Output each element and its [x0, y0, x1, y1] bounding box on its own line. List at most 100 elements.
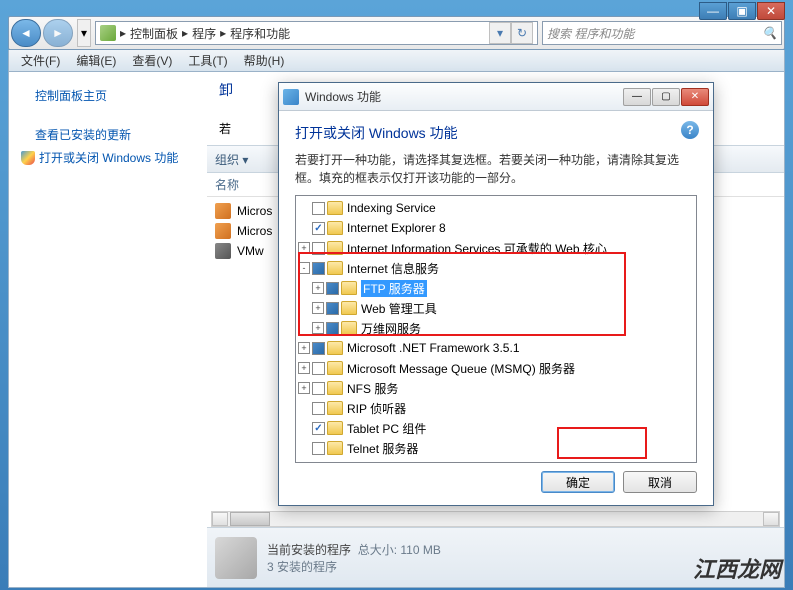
sidebar-home-link[interactable]: 控制面板主页: [21, 84, 194, 107]
tree-item[interactable]: + NFS 服务: [298, 378, 694, 398]
tree-item[interactable]: Indexing Service: [298, 198, 694, 218]
folder-icon: [327, 401, 343, 415]
expand-icon[interactable]: +: [298, 362, 310, 374]
expand-icon[interactable]: +: [298, 382, 310, 394]
dialog-minimize-button[interactable]: —: [623, 88, 651, 106]
tree-item-label: Tablet PC 组件: [347, 420, 426, 437]
close-button[interactable]: ✕: [757, 2, 785, 20]
collapse-icon[interactable]: -: [298, 262, 310, 274]
menubar: 文件(F) 编辑(E) 查看(V) 工具(T) 帮助(H): [8, 50, 785, 72]
tree-item[interactable]: +FTP 服务器: [298, 278, 694, 298]
tree-item[interactable]: Telnet 服务器: [298, 438, 694, 458]
scroll-right-icon[interactable]: [763, 512, 779, 526]
search-icon: 🔍: [762, 26, 777, 40]
cancel-button[interactable]: 取消: [623, 471, 697, 493]
ok-button[interactable]: 确定: [541, 471, 615, 493]
program-icon: [215, 243, 231, 259]
breadcrumb-sep: ▸: [220, 26, 226, 40]
expand-icon[interactable]: +: [312, 282, 324, 294]
folder-icon: [341, 321, 357, 335]
tree-item[interactable]: -Internet 信息服务: [298, 258, 694, 278]
expand-icon[interactable]: +: [312, 302, 324, 314]
expand-icon[interactable]: +: [298, 242, 310, 254]
menu-edit[interactable]: 编辑(E): [68, 50, 124, 71]
tree-item[interactable]: + Microsoft Message Queue (MSMQ) 服务器: [298, 358, 694, 378]
breadcrumb-sep: ▸: [120, 26, 126, 40]
program-icon: [215, 203, 231, 219]
folder-icon: [341, 301, 357, 315]
checkbox[interactable]: [326, 302, 339, 315]
checkbox[interactable]: [312, 362, 325, 375]
minimize-button[interactable]: —: [699, 2, 727, 20]
tree-item[interactable]: + Web 管理工具: [298, 298, 694, 318]
menu-help[interactable]: 帮助(H): [236, 50, 293, 71]
tree-item-label: Internet Information Services 可承载的 Web 核…: [347, 240, 607, 257]
search-placeholder: 搜索 程序和功能: [547, 25, 634, 42]
tree-item-label: NFS 服务: [347, 380, 398, 397]
tree-item[interactable]: RIP 侦听器: [298, 398, 694, 418]
help-icon[interactable]: ?: [681, 121, 699, 139]
breadcrumb-item[interactable]: 程序: [192, 25, 216, 42]
scroll-thumb[interactable]: [230, 512, 270, 526]
sidebar-updates-link[interactable]: 查看已安装的更新: [21, 123, 194, 146]
menu-file[interactable]: 文件(F): [13, 50, 68, 71]
tree-item[interactable]: Internet Explorer 8: [298, 218, 694, 238]
folder-icon: [327, 341, 343, 355]
forward-button[interactable]: ►: [43, 19, 73, 47]
search-input[interactable]: 搜索 程序和功能 🔍: [542, 21, 782, 45]
programs-icon: [215, 537, 257, 579]
checkbox[interactable]: [312, 242, 325, 255]
horizontal-scrollbar[interactable]: [211, 511, 780, 527]
program-name: Micros: [237, 204, 272, 218]
history-dropdown[interactable]: ▾: [77, 19, 91, 47]
tree-item[interactable]: Tablet PC 组件: [298, 418, 694, 438]
checkbox[interactable]: [326, 322, 339, 335]
dialog-icon: [283, 89, 299, 105]
tree-item[interactable]: + 万维网服务: [298, 318, 694, 338]
sidebar-features-link[interactable]: 打开或关闭 Windows 功能: [21, 146, 194, 169]
dialog-titlebar[interactable]: Windows 功能 — ▢ ✕: [279, 83, 713, 111]
refresh-button[interactable]: ↻: [511, 22, 533, 44]
checkbox[interactable]: [312, 262, 325, 275]
menu-view[interactable]: 查看(V): [124, 50, 180, 71]
checkbox[interactable]: [312, 382, 325, 395]
summary-title: 当前安装的程序 总大小: 110 MB: [267, 541, 441, 558]
back-button[interactable]: ◄: [11, 19, 41, 47]
menu-tools[interactable]: 工具(T): [180, 50, 235, 71]
checkbox[interactable]: [312, 442, 325, 455]
checkbox[interactable]: [312, 222, 325, 235]
dialog-maximize-button[interactable]: ▢: [652, 88, 680, 106]
checkbox[interactable]: [312, 402, 325, 415]
dialog-description: 若要打开一种功能，请选择其复选框。若要关闭一种功能，请清除其复选框。填充的框表示…: [295, 151, 697, 187]
tree-item-label: Internet Explorer 8: [347, 221, 446, 235]
dialog-title: Windows 功能: [305, 88, 623, 105]
breadcrumb-sep: ▸: [182, 26, 188, 40]
tree-item-label: Microsoft Message Queue (MSMQ) 服务器: [347, 360, 575, 377]
breadcrumb-item[interactable]: 程序和功能: [230, 25, 290, 42]
checkbox[interactable]: [312, 422, 325, 435]
scroll-left-icon[interactable]: [212, 512, 228, 526]
tree-item-label: Web 管理工具: [361, 300, 437, 317]
breadcrumb-item[interactable]: 控制面板: [130, 25, 178, 42]
tree-item-label: Microsoft .NET Framework 3.5.1: [347, 341, 520, 355]
checkbox[interactable]: [312, 202, 325, 215]
dialog-close-button[interactable]: ✕: [681, 88, 709, 106]
folder-icon: [327, 241, 343, 255]
expand-icon[interactable]: +: [312, 322, 324, 334]
checkbox[interactable]: [312, 342, 325, 355]
organize-button[interactable]: 组织 ▾: [215, 151, 248, 168]
expand-icon[interactable]: +: [298, 342, 310, 354]
dropdown-button[interactable]: ▾: [489, 22, 511, 44]
tree-item[interactable]: + Microsoft .NET Framework 3.5.1: [298, 338, 694, 358]
addressbar[interactable]: ▸ 控制面板 ▸ 程序 ▸ 程序和功能 ▾ ↻: [95, 21, 538, 45]
tree-item[interactable]: + Internet Information Services 可承载的 Web …: [298, 238, 694, 258]
program-name: VMw: [237, 244, 264, 258]
expander-placeholder: [298, 202, 310, 214]
folder-icon: [341, 281, 357, 295]
folder-icon: [327, 421, 343, 435]
checkbox[interactable]: [326, 282, 339, 295]
maximize-button[interactable]: ▣: [728, 2, 756, 20]
folder-icon: [327, 261, 343, 275]
folder-icon: [327, 441, 343, 455]
tree-item-label: 万维网服务: [361, 320, 421, 337]
